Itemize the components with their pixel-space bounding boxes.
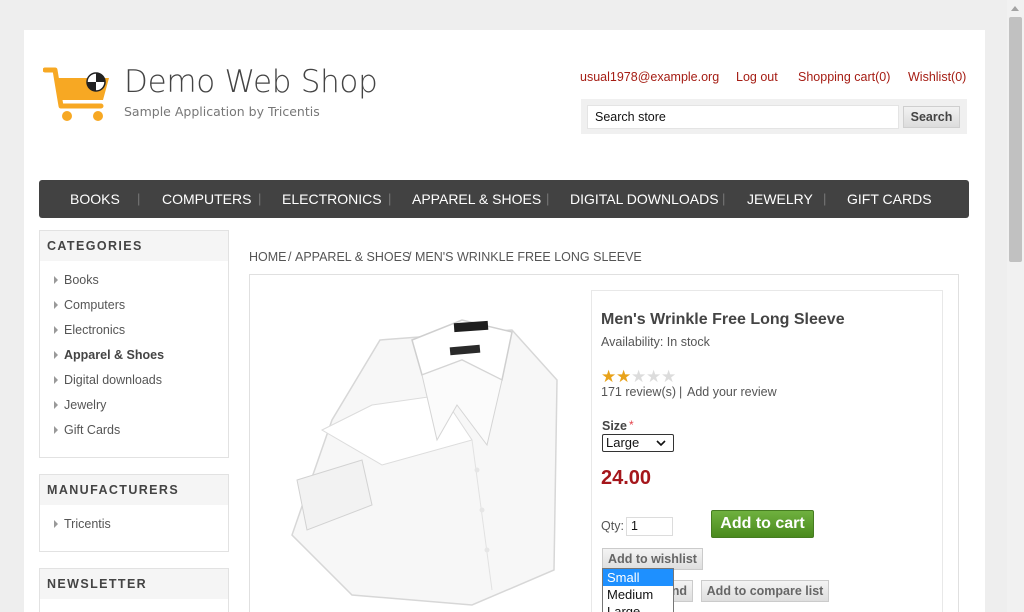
qty-label: Qty: (601, 519, 624, 533)
logo-title[interactable]: Demo Web Shop (124, 64, 378, 100)
star-icon: ★ (661, 367, 677, 386)
breadcrumb-home[interactable]: HOME (249, 250, 287, 264)
sidebar-item-computers[interactable]: Computers (64, 298, 125, 312)
add-to-cart-button[interactable]: Add to cart (711, 510, 814, 538)
manufacturers-title: MANUFACTURERS (40, 475, 228, 505)
caret-right-icon (54, 401, 58, 409)
caret-right-icon (54, 276, 58, 284)
menu-separator: | (258, 191, 262, 206)
caret-right-icon (54, 426, 58, 434)
sidebar-item-books[interactable]: Books (64, 273, 99, 287)
page-scrollbar[interactable] (1007, 0, 1024, 612)
menu-separator: | (388, 191, 392, 206)
add-to-wishlist-button[interactable]: Add to wishlist (602, 548, 703, 570)
newsletter-title: NEWSLETTER (40, 569, 228, 599)
logout-link[interactable]: Log out (736, 70, 778, 84)
star-icon: ★ (646, 367, 662, 386)
chevron-down-icon (656, 440, 666, 447)
breadcrumb-separator: / (288, 250, 292, 264)
menu-item-electronics[interactable]: ELECTRONICS (282, 191, 382, 207)
product-price: 24.00 (601, 467, 652, 489)
breadcrumb-current: MEN'S WRINKLE FREE LONG SLEEVE (415, 250, 642, 264)
categories-title: CATEGORIES (40, 231, 228, 261)
star-icon: ★ (616, 367, 632, 386)
availability-label: Availability: (601, 335, 664, 349)
size-dropdown-list: Small Medium Large (602, 568, 674, 612)
caret-right-icon (54, 326, 58, 334)
menu-item-digital-downloads[interactable]: DIGITAL DOWNLOADS (570, 191, 719, 207)
size-option-large[interactable]: Large (603, 603, 673, 612)
menu-item-gift-cards[interactable]: GIFT CARDS (847, 191, 932, 207)
sidebar-item-electronics[interactable]: Electronics (64, 323, 125, 337)
star-icon: ★ (601, 367, 617, 386)
sidebar-item-digital-downloads[interactable]: Digital downloads (64, 373, 162, 387)
size-option-medium[interactable]: Medium (603, 586, 673, 603)
size-option-small[interactable]: Small (603, 569, 673, 586)
star-icon: ★ (631, 367, 647, 386)
caret-right-icon (54, 301, 58, 309)
caret-right-icon (54, 351, 58, 359)
logo-subtitle: Sample Application by Tricentis (124, 104, 320, 119)
shopping-cart-link[interactable]: Shopping cart(0) (798, 70, 890, 84)
scroll-up-icon[interactable] (1007, 0, 1024, 17)
caret-right-icon (54, 520, 58, 528)
account-email-link[interactable]: usual1978@example.org (580, 70, 719, 84)
add-to-compare-button[interactable]: Add to compare list (701, 580, 829, 602)
menu-item-computers[interactable]: COMPUTERS (162, 191, 251, 207)
menu-separator: | (722, 191, 726, 206)
menu-separator: | (137, 191, 141, 206)
reviews-link[interactable]: 171 review(s) (601, 385, 676, 399)
size-label: Size (602, 419, 628, 433)
sidebar-item-tricentis[interactable]: Tricentis (64, 517, 111, 531)
wishlist-link[interactable]: Wishlist(0) (908, 70, 966, 84)
availability-value: In stock (666, 335, 710, 349)
product-name: Men's Wrinkle Free Long Sleeve (601, 311, 845, 328)
menu-separator: | (823, 191, 827, 206)
search-button[interactable]: Search (903, 106, 960, 128)
menu-item-books[interactable]: BOOKS (70, 191, 120, 207)
menu-item-jewelry[interactable]: JEWELRY (747, 191, 813, 207)
caret-right-icon (54, 376, 58, 384)
menu-separator: | (546, 191, 550, 206)
sidebar-item-jewelry[interactable]: Jewelry (64, 398, 106, 412)
breadcrumb-apparel-shoes[interactable]: APPAREL & SHOES (295, 250, 410, 264)
search-input[interactable]: Search store (587, 105, 899, 129)
required-mark: * (629, 418, 634, 432)
breadcrumb-separator: / (408, 250, 412, 264)
cart-logo-icon[interactable] (43, 66, 113, 124)
review-separator: | (679, 385, 683, 399)
product-image[interactable] (262, 300, 574, 612)
scrollbar-thumb[interactable] (1009, 17, 1022, 262)
add-review-link[interactable]: Add your review (687, 385, 777, 399)
sidebar-item-gift-cards[interactable]: Gift Cards (64, 423, 120, 437)
sidebar-item-apparel-shoes[interactable]: Apparel & Shoes (64, 348, 164, 362)
qty-input[interactable]: 1 (626, 517, 673, 536)
availability: Availability: In stock (601, 335, 710, 349)
menu-item-apparel-shoes[interactable]: APPAREL & SHOES (412, 191, 541, 207)
